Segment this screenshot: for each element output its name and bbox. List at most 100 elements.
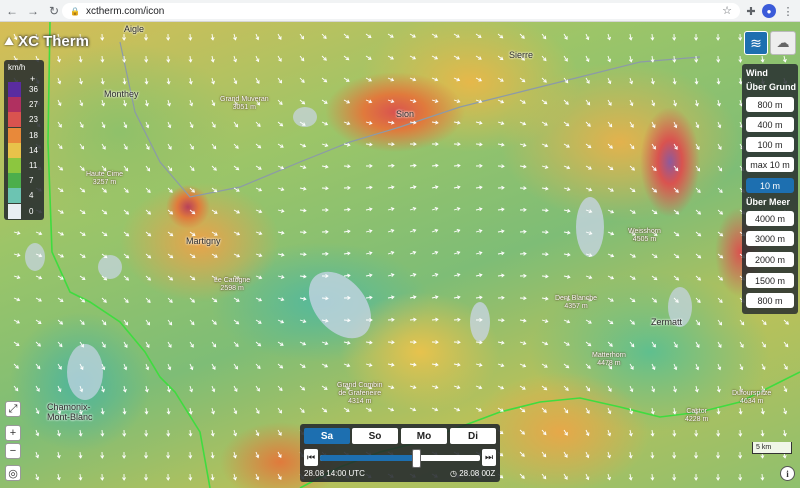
legend-entry: 11 (8, 158, 42, 173)
glacier-shape (293, 107, 317, 127)
legend-swatch (8, 112, 21, 128)
time-slider-track[interactable] (320, 455, 480, 461)
wind-icon: ≋ (750, 34, 762, 51)
section-ground: Über Grund (746, 82, 797, 92)
peak-label: Grand Combin de Grafeneire 4314 m (337, 382, 383, 405)
legend-label: 4 (29, 191, 34, 201)
altitude-option-sea[interactable]: 4000 m (746, 211, 794, 226)
altitude-option-ground[interactable]: max 10 m (746, 157, 794, 172)
forward-icon[interactable]: → (24, 2, 42, 20)
altitude-option-ground[interactable]: 400 m (746, 117, 794, 132)
skip-back-icon[interactable]: ⏮ (304, 449, 318, 466)
peak-label: Weisshorn 4505 m (628, 228, 661, 243)
altitude-option-sea[interactable]: 2000 m (746, 252, 794, 267)
legend-label: 14 (29, 145, 38, 155)
section-sea: Über Meer (746, 197, 791, 207)
section-wind: Wind (746, 68, 768, 78)
lock-icon: 🔒 (70, 6, 80, 16)
river-rhone (119, 41, 701, 198)
reload-icon[interactable]: ↻ (45, 2, 63, 20)
legend-swatch (8, 82, 21, 97)
wind-arrows (13, 33, 790, 481)
day-tab-active[interactable]: Sa (304, 428, 350, 444)
current-time: 28.08 14:00 UTC (304, 469, 365, 478)
peak-label: Matterhorn 4478 m (592, 352, 626, 367)
info-icon[interactable]: i (780, 466, 795, 481)
url-text: xctherm.com/icon (85, 5, 165, 17)
altitude-option-ground[interactable]: 800 m (746, 97, 794, 112)
peak-label: Dufourspitze 4634 m (732, 390, 772, 405)
extensions-icon[interactable]: ✚ (744, 3, 758, 19)
locate-icon[interactable]: ◎ (5, 465, 21, 481)
legend-swatch (8, 158, 21, 173)
glacier-shape (98, 255, 122, 279)
wind-layer-button[interactable]: ≋ (744, 31, 768, 55)
back-icon[interactable]: ← (3, 2, 21, 20)
day-tab[interactable]: So (352, 428, 398, 444)
legend-label: 7 (29, 176, 34, 186)
legend-swatch (8, 97, 21, 113)
place-label: Martigny (186, 236, 221, 246)
altitude-option-sea[interactable]: 800 m (746, 293, 794, 308)
legend-entry: 18 (8, 127, 42, 143)
fullscreen-icon[interactable]: ⤢ (5, 401, 21, 417)
legend-entry: 7 (8, 173, 42, 189)
glacier-shape (25, 243, 45, 271)
altitude-option-ground-active[interactable]: 10 m (746, 178, 794, 193)
peak-label: Dent Blanche 4357 m (555, 295, 598, 310)
legend-swatch (8, 142, 21, 158)
legend-swatch (8, 203, 21, 219)
wind-map[interactable]: Aigle Sierre Monthey Sion Martigny Zerma… (0, 22, 800, 488)
time-panel: Sa So Mo Di ⏮ ⏭ 28.08 14:00 UTC ◷ 28.08 … (300, 424, 500, 482)
bookmark-star-icon[interactable]: ☆ (722, 4, 732, 17)
zoom-in-button[interactable]: + (5, 425, 21, 441)
place-label: Zermatt (651, 317, 683, 327)
peak-label: Grand Muveran 3051 m (220, 96, 269, 111)
peak-label: Le Catogne 2598 m (214, 277, 251, 292)
glacier-shape (576, 197, 604, 257)
altitude-option-sea[interactable]: 1500 m (746, 273, 794, 288)
legend-swatch (8, 188, 21, 204)
app-logo[interactable]: ⛰ XC Therm (4, 30, 89, 52)
browser-toolbar: ← → ↻ 🔒 xctherm.com/icon ☆ ✚ ● ⋮ (0, 0, 800, 22)
legend-unit: km/h (8, 63, 26, 72)
glacier-shape (470, 302, 490, 342)
altitude-option-ground[interactable]: 100 m (746, 137, 794, 152)
place-label: Sierre (509, 50, 534, 60)
legend-entry: 36 (8, 82, 42, 97)
legend-label: 11 (29, 161, 38, 170)
time-slider-handle[interactable] (412, 449, 421, 468)
place-label: Chamonix- Mont-Blanc (47, 402, 93, 422)
legend-label: 27 (29, 100, 38, 110)
cloud-layer-button[interactable]: ☁ (770, 31, 796, 55)
app-name: XC Therm (18, 32, 89, 50)
mountain-logo-icon: ⛰ (4, 33, 15, 48)
glacier-shape (67, 344, 103, 400)
place-label: Monthey (104, 89, 139, 99)
browser-menu-icon[interactable]: ⋮ (782, 3, 794, 19)
profile-avatar-icon[interactable]: ● (762, 4, 776, 18)
clock-icon: ◷ (450, 469, 460, 478)
altitude-panel: Wind Über Grund 800 m 400 m 100 m max 10… (742, 64, 798, 314)
address-bar[interactable]: 🔒 xctherm.com/icon ☆ (62, 3, 740, 19)
scale-bar: 5 km (752, 442, 792, 454)
zoom-out-button[interactable]: − (5, 443, 21, 459)
time-slider-fill (320, 455, 416, 461)
legend-label: 36 (29, 85, 38, 94)
glacier-shape (308, 271, 372, 339)
altitude-option-sea[interactable]: 3000 m (746, 231, 794, 246)
wind-speed-legend: km/h + 36 27 23 18 14 11 7 4 0 (4, 60, 44, 220)
legend-swatch (8, 127, 21, 143)
skip-forward-icon[interactable]: ⏭ (482, 449, 496, 466)
legend-label: 23 (29, 115, 38, 125)
legend-entry: 27 (8, 97, 42, 113)
place-label: Aigle (124, 24, 145, 34)
legend-swatch (8, 173, 21, 189)
cloud-icon: ☁ (776, 35, 790, 50)
legend-entry: 23 (8, 112, 42, 128)
model-run: ◷ 28.08 00Z (450, 469, 496, 478)
peak-label: Castor 4228 m (685, 408, 709, 423)
day-tab[interactable]: Di (450, 428, 496, 444)
legend-label: 0 (29, 206, 34, 216)
day-tab[interactable]: Mo (401, 428, 447, 444)
